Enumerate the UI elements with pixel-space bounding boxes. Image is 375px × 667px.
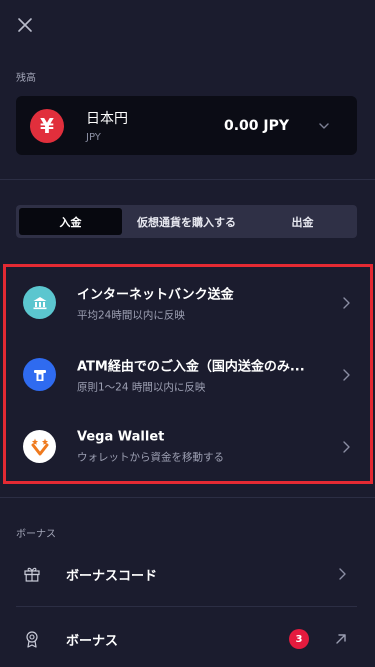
bonus-code-row[interactable]: ボーナスコード (16, 545, 357, 603)
chevron-right-icon (339, 568, 346, 580)
atm-icon (23, 358, 56, 391)
bonus-code-label: ボーナスコード (66, 568, 158, 584)
method-vega-wallet[interactable]: Vega Wallet ウォレットから資金を移動する (6, 411, 370, 483)
bonus-section-label: ボーナス (16, 529, 56, 540)
balance-selector[interactable]: ¥ 日本円 JPY 0.00 JPY (16, 96, 357, 155)
yen-icon: ¥ (30, 108, 64, 143)
award-icon (26, 631, 38, 648)
tab-deposit[interactable]: 入金 (19, 208, 123, 235)
divider (0, 179, 375, 180)
divider (16, 606, 357, 607)
chevron-right-icon (343, 369, 350, 381)
balance-section-label: 残高 (16, 73, 36, 84)
tab-buy-crypto[interactable]: 仮想通貨を購入する (122, 208, 251, 235)
currency-name: 日本円 (86, 111, 128, 127)
vega-wallet-icon (23, 430, 56, 463)
bonus-label: ボーナス (66, 633, 119, 649)
tab-withdraw[interactable]: 出金 (251, 208, 354, 235)
bonus-row[interactable]: ボーナス 3 (16, 610, 357, 667)
method-subtitle: 平均24時間以内に反映 (77, 309, 185, 322)
method-title: インターネットバンク送金 (77, 287, 234, 303)
method-internet-bank[interactable]: インターネットバンク送金 平均24時間以内に反映 (6, 267, 370, 339)
method-title: Vega Wallet (77, 429, 165, 445)
close-icon (18, 18, 32, 32)
balance-amount: 0.00 JPY (223, 117, 289, 134)
tab-bar: 入金 仮想通貨を購入する 出金 (16, 205, 357, 238)
gift-icon (24, 567, 40, 582)
chevron-right-icon (343, 297, 350, 309)
bank-icon (23, 286, 56, 319)
chevron-down-icon (319, 122, 329, 129)
close-button[interactable] (12, 12, 38, 38)
divider (0, 497, 375, 498)
method-atm[interactable]: ATM経由でのご入金（国内送金のみ... 原則1～24 時間以内に反映 (6, 339, 370, 411)
method-title: ATM経由でのご入金（国内送金のみ... (77, 359, 305, 375)
currency-code: JPY (86, 132, 101, 143)
bonus-count-badge: 3 (289, 629, 309, 649)
method-subtitle: 原則1～24 時間以内に反映 (77, 381, 206, 394)
deposit-methods-list: インターネットバンク送金 平均24時間以内に反映 ATM経由でのご入金（国内送金… (3, 264, 373, 484)
chevron-right-icon (343, 441, 350, 453)
method-subtitle: ウォレットから資金を移動する (77, 451, 224, 464)
external-arrow-icon (336, 634, 346, 644)
